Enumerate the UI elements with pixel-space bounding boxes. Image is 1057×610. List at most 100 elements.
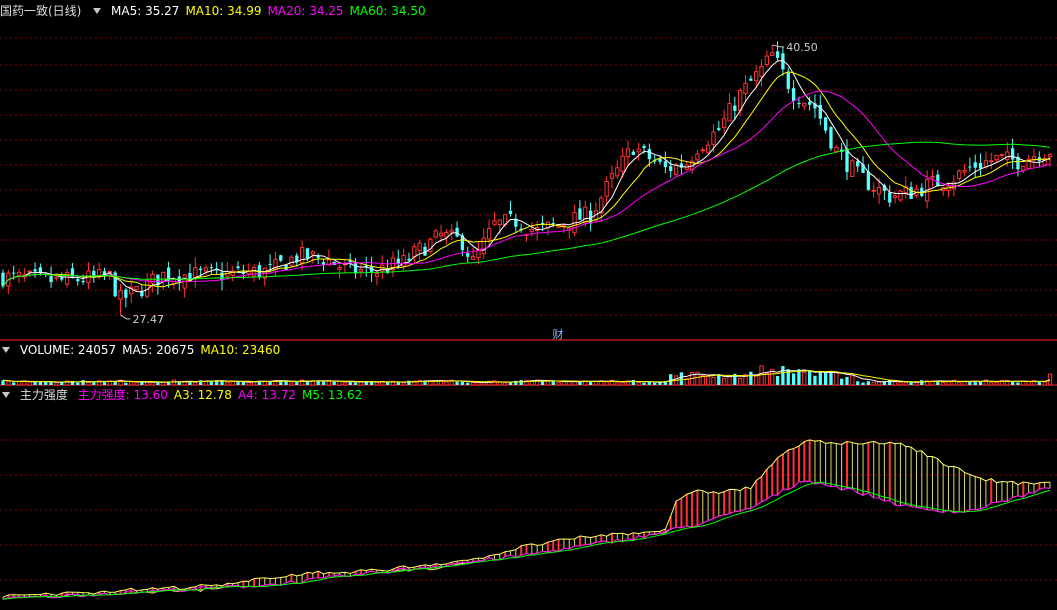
candle-up [770, 52, 775, 56]
indicator-panel-header: 主力强度 主力强度: 13.60 A3: 12.78 A4: 13.72 M5: 13… [0, 387, 374, 403]
candle-down [578, 208, 582, 220]
candle-down [76, 279, 80, 282]
candle-up [161, 271, 166, 282]
volume-bar-up [16, 381, 22, 386]
candle-down [733, 105, 737, 111]
volume-bar-up [941, 382, 946, 386]
candle-up [743, 82, 748, 95]
low-price-label: 27.47 [133, 313, 165, 326]
volume-bar-up [721, 377, 727, 386]
volume-bar-down [76, 382, 80, 385]
candle-up [898, 190, 903, 201]
volume-bar-down [321, 381, 326, 385]
dropdown-triangle-icon[interactable] [93, 8, 102, 14]
volume-bar-down [466, 382, 470, 385]
volume-bar-up [989, 382, 994, 386]
volume-legend-0: VOLUME: 24057 [19, 343, 117, 357]
volume-bar-up [193, 381, 198, 386]
volume-bar-up [754, 375, 759, 386]
candle-up [711, 131, 716, 145]
volume-bar-down [861, 382, 865, 385]
volume-bar-up [134, 381, 139, 386]
price-ma-legend-3: MA60: 34.50 [349, 4, 426, 18]
indicator-legend-2: A4: 13.72 [237, 388, 297, 402]
candle-up [1047, 154, 1053, 158]
volume-bar-up [727, 376, 732, 386]
volume-bar-up [850, 374, 855, 386]
candle-up [337, 266, 342, 270]
price-ma-legend-0: MA5: 35.27 [111, 4, 180, 18]
candle-down [455, 227, 459, 237]
candle-down [775, 51, 780, 58]
volume-bar-up [86, 382, 91, 386]
candle-up [876, 187, 882, 195]
candle-down [973, 162, 977, 168]
volume-bar-down [49, 382, 53, 385]
dropdown-triangle-icon[interactable] [2, 347, 10, 353]
candle-up [957, 170, 962, 180]
volume-bar-up [401, 382, 406, 386]
low-marker-line [120, 314, 131, 320]
candle-up [417, 242, 422, 252]
volume-bar-up [711, 376, 716, 386]
candle-up [930, 175, 935, 179]
volume-bar-up [502, 382, 508, 386]
price-panel-header: 国药一致(日线) MA5: 35.27 MA10: 34.99 MA20: 34.2… [0, 3, 438, 19]
candle-up [871, 189, 876, 192]
strength-m5-line [2, 481, 1051, 600]
volume-bar-down [241, 382, 246, 385]
volume-bar-up [834, 371, 839, 386]
candle-up [892, 195, 898, 199]
volume-bar-down [81, 380, 85, 385]
volume-bar-down [12, 382, 16, 385]
volume-bar-up [476, 382, 481, 386]
candle-up [412, 246, 417, 258]
volume-bar-down [829, 371, 833, 385]
candle-up [625, 148, 631, 158]
candle-up [604, 181, 609, 197]
price-ma-legend-2: MA20: 34.25 [267, 4, 344, 18]
volume-bar-down [236, 381, 240, 385]
candle-up [444, 231, 449, 238]
volume-bar-down [124, 382, 128, 385]
chart-stage[interactable]: 40.50 27.47 财 国药一致(日线) MA5: 35.27 MA10: 34.… [0, 0, 1057, 607]
candle-up [358, 269, 364, 272]
volume-bar-up [914, 382, 919, 386]
candle-up [1005, 151, 1010, 161]
volume-bar-up [898, 382, 903, 386]
stock-chart-svg[interactable]: 40.50 27.47 财 [0, 0, 1057, 607]
candle-down [92, 270, 96, 276]
volume-bar-down [749, 371, 753, 385]
candle-down [396, 258, 400, 264]
volume-bar-up [289, 382, 294, 386]
candle-down [631, 151, 635, 155]
candle-up [727, 103, 732, 122]
volume-bar-down [295, 381, 299, 385]
volume-bar-up [957, 381, 962, 386]
candle-up [470, 256, 476, 260]
volume-bar-down [519, 380, 523, 385]
candle-up [738, 89, 743, 111]
candle-up [492, 220, 497, 225]
volume-bar-up [161, 381, 166, 386]
candle-down [49, 276, 53, 283]
candle-down [642, 145, 646, 148]
volume-legend-1: MA5: 20675 [122, 343, 195, 357]
volume-bar-up [27, 381, 32, 386]
candle-up [203, 267, 209, 272]
volume-bar-up [246, 381, 251, 386]
candle-down [81, 280, 85, 283]
candle-up [374, 272, 380, 277]
candle-down [978, 162, 983, 169]
volume-bar-down [791, 373, 796, 385]
volume-bar-up [764, 373, 770, 386]
volume-bar-up [1042, 381, 1047, 386]
ma20-line [2, 90, 1051, 287]
volume-bar-down [653, 382, 657, 385]
volume-panel-header: VOLUME: 24057 MA5: 20675 MA10: 23460 [0, 342, 292, 358]
candle-down [663, 161, 668, 168]
candle-down [305, 248, 310, 260]
dropdown-triangle-icon[interactable] [2, 392, 10, 398]
candle-down [717, 128, 721, 131]
candle-up [27, 270, 32, 273]
